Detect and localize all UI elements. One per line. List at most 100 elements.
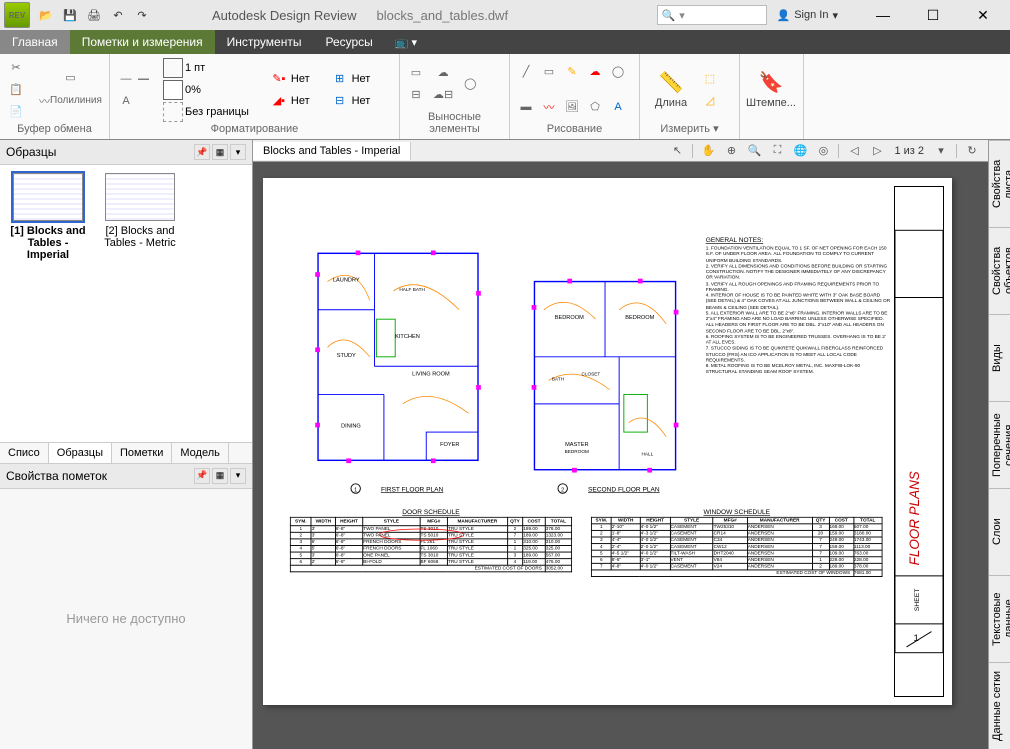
draw-rectfill-icon[interactable]: ▬ (516, 97, 536, 117)
lefttab-thumbs[interactable]: Образцы (49, 443, 112, 463)
callout-cloudtext-icon[interactable]: ☁⊟ (430, 85, 456, 105)
svg-text:BEDROOM: BEDROOM (555, 315, 584, 321)
group-measure-label[interactable]: Измерить ▾ (646, 122, 733, 137)
window-controls: — ☐ ✕ (868, 7, 998, 24)
textfill-icon[interactable]: ⊟ (330, 91, 350, 111)
draw-text-icon[interactable]: A (608, 97, 628, 117)
tab-tools[interactable]: Инструменты (215, 30, 314, 54)
panel-pin-icon[interactable]: 📌 (194, 468, 210, 484)
lefttab-list[interactable]: Списо (0, 443, 49, 463)
thumbnail-label: [2] Blocks and Tables - Metric (100, 225, 180, 249)
draw-rect-icon[interactable]: ▭ (539, 62, 559, 82)
draw-poly-icon[interactable]: ⬠ (585, 97, 605, 117)
panel-menu-icon[interactable]: ▾ (230, 468, 246, 484)
redo-icon[interactable]: ↷ (132, 5, 152, 25)
fillcolor-icon[interactable]: ◢▪ (269, 91, 289, 111)
window-schedule-table: WINDOW SCHEDULE SYM.WIDTHHEIGHTSTYLEMFG#… (591, 509, 883, 600)
svg-text:SECOND FLOOR PLAN: SECOND FLOOR PLAN (588, 486, 660, 493)
stamp-button[interactable]: 🔖 Штемпе... (746, 70, 796, 109)
tab-tv[interactable]: 📺 ▾ (389, 30, 423, 54)
righttab-griddata[interactable]: Данные сетки (989, 662, 1010, 749)
righttab-layers[interactable]: Слои (989, 488, 1010, 575)
panel-grid-icon[interactable]: ▦ (212, 468, 228, 484)
measure-area-icon[interactable]: ⬚ (700, 68, 720, 88)
righttab-textdata[interactable]: Текстовые данные (989, 575, 1010, 662)
print-icon[interactable]: 🖨 (84, 5, 104, 25)
app-logo[interactable]: REV (4, 2, 30, 28)
draw-cloud-icon[interactable]: ☁ (585, 62, 605, 82)
righttab-sections[interactable]: Поперечные сечения (989, 401, 1010, 488)
linestyle-icon[interactable]: ― (116, 69, 136, 89)
measure-angle-icon[interactable]: ◿ (700, 90, 720, 110)
tab-markup[interactable]: Пометки и измерения (70, 30, 215, 54)
table-row: 53'6'-8"ONE PANELTS 3010TRU STYLE3189.00… (290, 552, 571, 559)
page-dropdown-icon[interactable]: ▾ (931, 142, 951, 160)
cut-icon[interactable]: ✂ (6, 58, 26, 78)
callout-oval-icon[interactable]: ◯ (460, 74, 480, 94)
opacity-swatch[interactable] (163, 80, 183, 100)
panel-grid-icon[interactable]: ▦ (212, 144, 228, 160)
righttab-object-props[interactable]: Свойства объектов (989, 227, 1010, 314)
search-dropdown-icon[interactable]: ▾ (679, 9, 685, 22)
next-page-icon[interactable]: ▷ (867, 142, 887, 160)
copy-icon[interactable]: 📋 (6, 80, 26, 100)
orbit-icon[interactable]: 🌐 (790, 142, 810, 160)
polyline-icon[interactable]: 〰 Полилиния (36, 90, 105, 112)
tab-home[interactable]: Главная (0, 30, 70, 54)
prev-page-icon[interactable]: ◁ (844, 142, 864, 160)
svg-text:1: 1 (354, 487, 357, 493)
draw-highlight-icon[interactable]: ✎ (562, 62, 582, 82)
measure-length-button[interactable]: 📏 Длина (646, 70, 696, 109)
font-icon[interactable]: A (116, 91, 136, 111)
thumbnail-item[interactable]: [1] Blocks and Tables - Imperial (8, 173, 88, 261)
svg-text:DINING: DINING (341, 423, 361, 429)
righttab-sheet-props[interactable]: Свойства листа (989, 140, 1010, 227)
rotate-icon[interactable]: ↻ (962, 142, 982, 160)
sign-in-button[interactable]: 👤 Sign In ▾ (777, 9, 838, 22)
search-input[interactable]: 🔍 ▾ (657, 5, 767, 25)
callout-text-icon[interactable]: ⊟ (406, 85, 426, 105)
lefttab-model[interactable]: Модель (172, 443, 228, 463)
svg-text:GENERAL NOTES:: GENERAL NOTES: (706, 237, 764, 244)
zoom-window-icon[interactable]: ⊕ (721, 142, 741, 160)
minimize-button[interactable]: — (868, 7, 898, 24)
pan-icon[interactable]: ✋ (698, 142, 718, 160)
callout-cloud-icon[interactable]: ☁ (430, 63, 456, 83)
textcolor-icon[interactable]: ⊞ (330, 69, 350, 89)
svg-text:DOOR SCHEDULE: DOOR SCHEDULE (402, 509, 460, 516)
canvas[interactable]: FLOOR PLANS SHEET 1 (253, 162, 988, 749)
linecolor-icon[interactable]: ✎▪ (269, 69, 289, 89)
draw-line-icon[interactable]: ╱ (516, 62, 536, 82)
floor-plan-svg: LAUNDRY STUDY DINING LIVING ROOM FOYER K… (271, 186, 892, 697)
thumbnail-item[interactable]: [2] Blocks and Tables - Metric (100, 173, 180, 249)
callout-rect-icon[interactable]: ▭ (406, 63, 426, 83)
ribbon: ✂ 📋 📄 ▭ 〰 Полилиния Буфер обмена ―— A 1 … (0, 54, 1010, 140)
svg-text:LAUNDRY: LAUNDRY (333, 278, 360, 284)
table-row: 68'-6"3'-1"VENTV84ANDERSEN1228.00228.00 (591, 557, 882, 564)
table-header-row: SYM.WIDTHHEIGHTSTYLEMFG#MANUFACTURERQTYC… (290, 517, 571, 525)
righttab-views[interactable]: Виды (989, 314, 1010, 401)
draw-freehand-icon[interactable]: 〰 (539, 96, 559, 118)
linecolor-label: Нет (291, 73, 310, 85)
undo-icon[interactable]: ↶ (108, 5, 128, 25)
open-icon[interactable]: 📂 (36, 5, 56, 25)
border-swatch[interactable] (163, 102, 183, 122)
zoom-icon[interactable]: 🔍 (744, 142, 764, 160)
fit-icon[interactable]: ◎ (813, 142, 833, 160)
svg-text:SHEET: SHEET (914, 589, 921, 611)
maximize-button[interactable]: ☐ (918, 7, 948, 24)
draw-ellipse-icon[interactable]: ◯ (608, 62, 628, 82)
panel-menu-icon[interactable]: ▾ (230, 144, 246, 160)
tab-resources[interactable]: Ресурсы (313, 30, 384, 54)
zoom-extents-icon[interactable]: ⛶ (767, 142, 787, 160)
draw-image-icon[interactable]: 🖼 (562, 97, 582, 117)
cursor-icon[interactable]: ↖ (667, 142, 687, 160)
close-button[interactable]: ✕ (968, 7, 998, 24)
document-tab[interactable]: Blocks and Tables - Imperial (253, 142, 411, 160)
lineweight-swatch[interactable] (163, 58, 183, 78)
save-icon[interactable]: 💾 (60, 5, 80, 25)
select-icon[interactable]: ▭ (36, 68, 105, 88)
lefttab-markups[interactable]: Пометки (112, 443, 172, 463)
panel-pin-icon[interactable]: 📌 (194, 144, 210, 160)
paste-icon[interactable]: 📄 (6, 102, 26, 122)
